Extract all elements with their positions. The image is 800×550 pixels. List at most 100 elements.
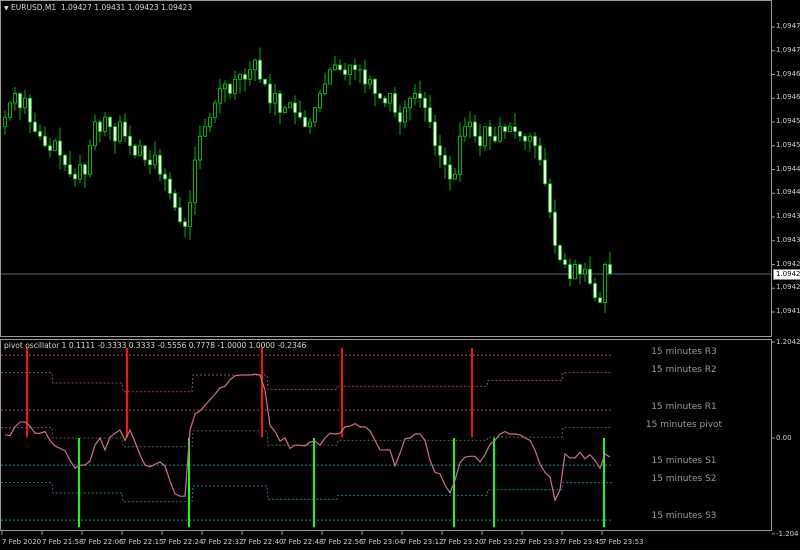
- price-tick-label: 1.09470: [776, 45, 800, 54]
- osc-axis-min: -1.204: [776, 530, 799, 538]
- bear-candle-body: [128, 135, 132, 147]
- bear-candle-body: [133, 145, 137, 156]
- price-tick-label: 1.09435: [776, 212, 800, 220]
- time-tick-label: 7 Feb 22:24: [162, 538, 204, 546]
- time-tick-label: 7 Feb 22:32: [202, 538, 244, 546]
- bear-candle-body: [378, 93, 382, 99]
- ohlc-values: 1.09427 1.09431 1.09423 1.09423: [60, 3, 193, 12]
- bull-candle-body: [53, 140, 57, 151]
- bear-candle-body: [478, 135, 482, 147]
- bull-candle-body: [413, 93, 417, 99]
- bear-candle-body: [503, 126, 507, 132]
- bull-candle-body: [213, 102, 217, 118]
- bear-candle-body: [293, 102, 297, 113]
- price-tick-label: 1.09425: [776, 259, 800, 268]
- time-tick-label: 7 Feb 23:29: [482, 538, 524, 546]
- bear-candle-body: [143, 145, 147, 161]
- price-tick-label: 1.09430: [776, 235, 800, 244]
- bear-candle-body: [338, 64, 342, 71]
- bull-candle-body: [283, 107, 287, 113]
- bear-candle-body: [263, 78, 267, 85]
- bull-candle-body: [508, 126, 512, 132]
- bull-candle-body: [483, 126, 487, 147]
- bull-candle-body: [223, 83, 227, 90]
- bull-candle-body: [23, 97, 27, 109]
- osc-axis-max: 1.2042: [776, 338, 800, 346]
- bear-candle-body: [418, 93, 422, 99]
- bear-candle-body: [73, 173, 77, 180]
- bull-candle-body: [118, 121, 122, 142]
- bear-candle-body: [278, 93, 282, 113]
- bull-candle-body: [273, 93, 277, 104]
- price-tick-label: 1.09420: [776, 283, 800, 292]
- bear-candle-body: [123, 121, 127, 137]
- bull-candle-body: [8, 102, 12, 118]
- level-label-s3: 15 minutes S3: [651, 511, 717, 521]
- price-tick-label: 1.09440: [776, 188, 800, 197]
- bear-candle-body: [538, 145, 542, 161]
- bear-candle-body: [518, 131, 522, 137]
- bull-candle-body: [153, 154, 157, 166]
- price-tick-label: 1.09445: [776, 164, 800, 173]
- bull-candle-body: [368, 78, 372, 85]
- level-label-r1: 15 minutes R1: [651, 402, 717, 412]
- bull-candle-body: [468, 121, 472, 128]
- bear-candle-body: [258, 59, 262, 80]
- bear-candle-body: [558, 245, 562, 261]
- bear-candle-body: [423, 97, 427, 109]
- bear-candle-body: [303, 116, 307, 128]
- bear-candle-body: [158, 154, 162, 175]
- bull-candle-body: [323, 83, 327, 94]
- bull-candle-body: [253, 59, 257, 71]
- bull-candle-body: [198, 135, 202, 161]
- bear-candle-body: [173, 192, 177, 208]
- chart-canvas[interactable]: [0, 0, 800, 550]
- bear-candle-body: [438, 145, 442, 156]
- bull-candle-body: [218, 88, 222, 104]
- bear-candle-body: [268, 83, 272, 104]
- bull-candle-body: [93, 121, 97, 147]
- bear-candle-body: [598, 297, 602, 303]
- bear-candle-body: [68, 164, 72, 175]
- triangle-down-icon[interactable]: ▼: [4, 5, 9, 12]
- bull-candle-body: [528, 135, 532, 142]
- bear-candle-body: [513, 126, 517, 132]
- bull-candle-body: [3, 116, 7, 128]
- bull-candle-body: [13, 93, 17, 104]
- bear-candle-body: [18, 93, 22, 109]
- bear-candle-body: [48, 145, 52, 151]
- bull-candle-body: [603, 264, 607, 303]
- bear-candle-body: [343, 69, 347, 75]
- bear-candle-body: [178, 207, 182, 223]
- bull-candle-body: [78, 164, 82, 180]
- bear-candle-body: [183, 221, 187, 227]
- level-line-s2: [1, 482, 612, 503]
- time-tick-label: 7 Feb 22:56: [322, 538, 364, 546]
- time-tick-label: 7 Feb 23:04: [362, 538, 404, 546]
- oscillator-header: pivot oscillator 1 0.1111 -0.3333 0.3333…: [4, 341, 307, 350]
- level-label-s1: 15 minutes S1: [651, 456, 717, 466]
- bear-candle-body: [493, 135, 497, 142]
- price-tick-label: 1.09455: [776, 117, 800, 125]
- bull-candle-body: [333, 64, 337, 71]
- bull-candle-body: [208, 116, 212, 128]
- time-tick-label: 7 Feb 22:48: [282, 538, 324, 546]
- bear-candle-body: [63, 154, 67, 166]
- time-tick-label: 7 Feb 22:15: [122, 538, 164, 546]
- bear-candle-body: [33, 121, 37, 132]
- bull-candle-body: [408, 97, 412, 109]
- bear-candle-body: [28, 97, 32, 123]
- level-label-r2: 15 minutes R2: [651, 365, 717, 375]
- bear-candle-body: [228, 83, 232, 94]
- bear-candle-body: [298, 112, 302, 118]
- level-line-r2: [1, 372, 612, 393]
- symbol-label: EURUSD,M1: [11, 3, 57, 12]
- price-tick-label: 1.09475: [776, 22, 800, 30]
- bear-candle-body: [593, 283, 597, 299]
- bear-candle-body: [588, 268, 592, 284]
- time-tick-label: 7 Feb 23:45: [562, 538, 604, 546]
- bull-candle-body: [238, 74, 242, 80]
- bear-candle-body: [83, 164, 87, 175]
- bull-candle-body: [308, 121, 312, 128]
- bear-candle-body: [553, 211, 557, 246]
